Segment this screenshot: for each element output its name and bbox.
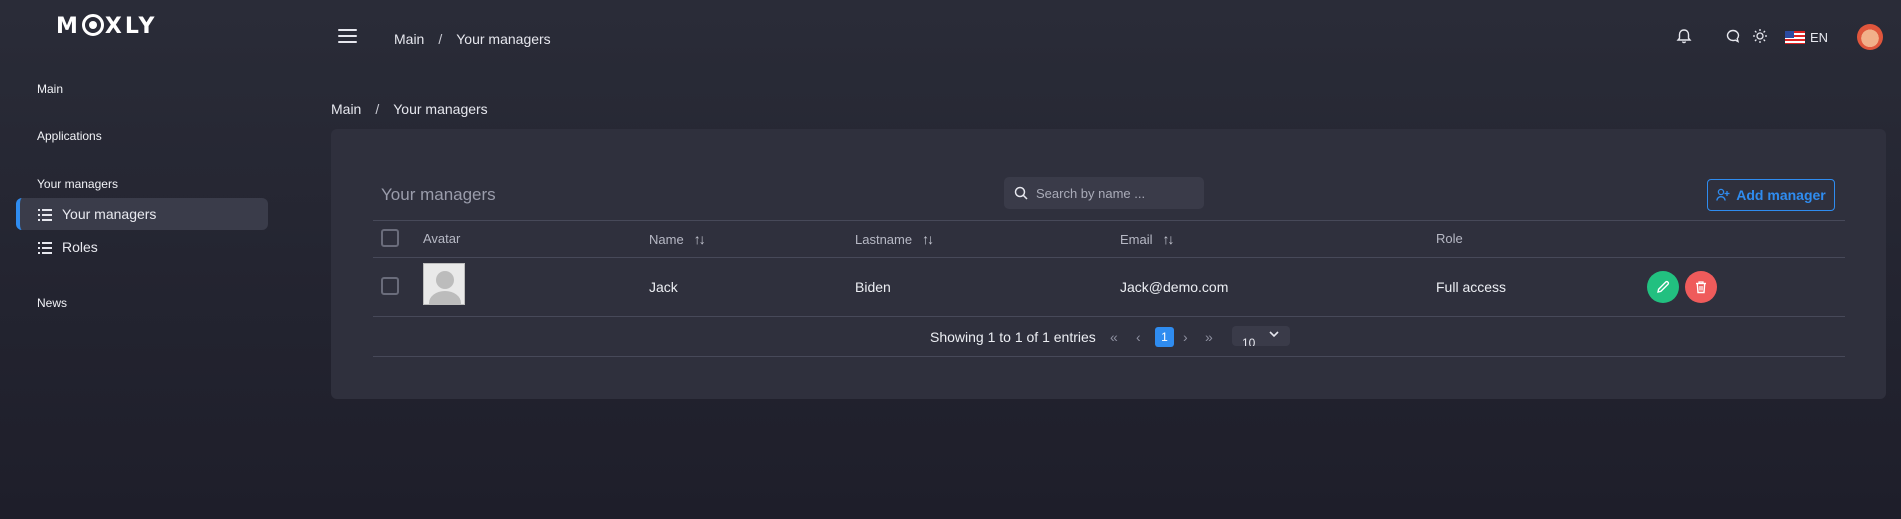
sort-icon[interactable]: ↑↓ [694,231,706,247]
search-box [1004,177,1204,209]
nav-section-news[interactable]: News [37,296,67,310]
sidebar-item-label: Roles [62,239,98,255]
us-flag-icon [1785,31,1805,44]
moxly-logo[interactable]: M XLY [56,14,157,39]
nav-section-applications[interactable]: Applications [37,129,102,143]
cell-email: Jack@demo.com [1120,279,1229,295]
edit-button[interactable] [1647,271,1679,303]
divider [373,220,1845,221]
page-breadcrumb: Main / Your managers [331,101,488,117]
next-page-button[interactable]: › [1183,329,1188,345]
sort-icon[interactable]: ↑↓ [1163,231,1175,247]
sidebar-item-your-managers[interactable]: Your managers [16,198,268,230]
nav-section-main[interactable]: Main [37,82,63,96]
cell-lastname: Biden [855,279,891,295]
nav-section-your-managers[interactable]: Your managers [37,177,118,191]
divider [373,257,1845,258]
pagination: Showing 1 to 1 of 1 entries « ‹ 1 › » 10 [331,326,1886,348]
search-icon [1014,186,1028,200]
cell-role: Full access [1436,279,1507,295]
list-icon [38,241,52,254]
pencil-icon [1657,280,1670,293]
prev-page-button[interactable]: ‹ [1136,329,1141,345]
breadcrumb-current: Your managers [393,101,488,117]
row-checkbox[interactable] [381,277,399,295]
column-header-lastname[interactable]: Lastname ↑↓ [855,231,934,247]
column-header-email[interactable]: Email ↑↓ [1120,231,1175,247]
add-user-icon [1716,188,1730,201]
page-1-button[interactable]: 1 [1155,327,1174,347]
breadcrumb-main[interactable]: Main [331,101,361,117]
add-manager-button[interactable]: Add manager [1707,179,1835,211]
menu-toggle-icon[interactable] [338,29,357,43]
first-page-button[interactable]: « [1110,329,1118,345]
header-breadcrumb: Main / Your managers [394,31,551,47]
managers-card: Your managers Add manager Avatar Name↑↓ … [331,129,1886,399]
cell-name: Jack [649,279,678,295]
sidebar: M XLY Main Applications Your managers You… [0,0,280,519]
column-header-avatar: Avatar [423,231,461,246]
column-header-role: Role [1436,231,1463,246]
trash-icon [1696,281,1706,294]
select-all-checkbox[interactable] [381,229,399,247]
avatar-placeholder [423,263,465,305]
divider [373,356,1845,357]
breadcrumb-current: Your managers [456,31,551,47]
chevron-down-icon [1269,331,1279,338]
logo-o-icon [81,14,104,36]
divider [373,316,1845,317]
search-input[interactable] [1036,185,1196,201]
per-page-select[interactable]: 10 [1232,326,1290,346]
delete-button[interactable] [1685,271,1717,303]
entries-info: Showing 1 to 1 of 1 entries [930,329,1096,345]
bell-icon[interactable] [1676,24,1692,48]
card-title: Your managers [381,185,496,204]
last-page-button[interactable]: » [1205,329,1213,345]
breadcrumb-main[interactable]: Main [394,31,424,47]
chat-icon[interactable] [1725,24,1741,48]
sidebar-item-label: Your managers [62,206,157,222]
sidebar-item-roles[interactable]: Roles [16,231,268,263]
sun-icon[interactable] [1752,24,1768,48]
column-header-name[interactable]: Name ↑↓ [649,231,706,247]
list-icon [38,208,52,221]
user-avatar[interactable] [1857,24,1883,50]
language-selector[interactable]: EN [1785,30,1828,45]
sort-icon[interactable]: ↑↓ [922,231,934,247]
